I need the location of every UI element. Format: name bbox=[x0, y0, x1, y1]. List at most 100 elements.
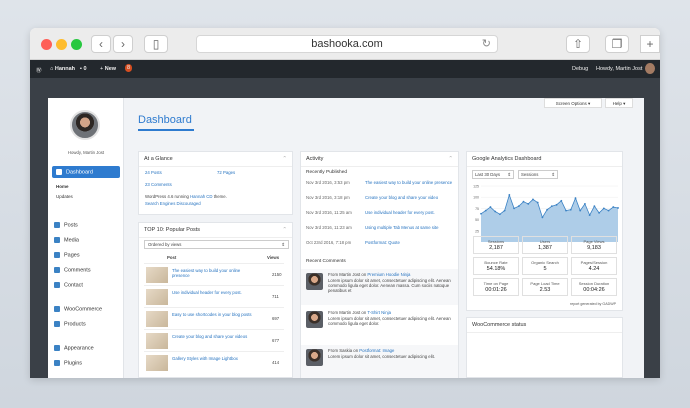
menu-plugins[interactable]: Plugins bbox=[54, 360, 82, 366]
menu-woocommerce-label: WooCommerce bbox=[64, 306, 103, 313]
data-point bbox=[546, 208, 549, 211]
back-icon[interactable]: ‹ bbox=[91, 35, 111, 53]
help-button[interactable]: Help ▾ bbox=[605, 98, 633, 108]
collapse-icon[interactable]: ⌃ bbox=[282, 156, 287, 162]
address-bar[interactable]: bashooka.com ↻ bbox=[196, 35, 498, 53]
table-row[interactable]: Create your blog and share your videos 67… bbox=[144, 329, 284, 351]
data-point bbox=[489, 206, 492, 208]
post-title[interactable]: The easiest way to build your online pre… bbox=[172, 268, 252, 278]
data-point bbox=[588, 214, 591, 217]
menu-posts[interactable]: Posts bbox=[54, 222, 78, 228]
comment-post-link[interactable]: Postformat: Image bbox=[359, 348, 394, 353]
glance-title: At a Glance bbox=[144, 156, 173, 162]
admin-avatar[interactable] bbox=[645, 63, 655, 74]
activity-post-link[interactable]: The easiest way to build your online pre… bbox=[365, 180, 453, 185]
menu-pages[interactable]: Pages bbox=[54, 252, 80, 258]
menu-appearance[interactable]: Appearance bbox=[54, 345, 94, 351]
stat-box: Page Views 9,183 bbox=[571, 236, 617, 254]
share-icon[interactable]: ⇧ bbox=[566, 35, 590, 53]
menu-dashboard[interactable]: Dashboard bbox=[52, 166, 120, 178]
glance-posts[interactable]: 24 Posts bbox=[145, 170, 162, 175]
table-row[interactable]: Easy to use shortcodes in your blog post… bbox=[144, 307, 284, 329]
glance-comments[interactable]: 23 Comments bbox=[145, 182, 172, 187]
activity-post-link[interactable]: Using multiple Tab Menus at same site bbox=[365, 225, 453, 230]
pin-icon bbox=[54, 222, 60, 228]
reload-icon[interactable]: ↻ bbox=[482, 36, 491, 53]
menu-contact[interactable]: Contact bbox=[54, 282, 83, 288]
new-tab-icon[interactable]: + bbox=[640, 35, 660, 53]
activity-date: Nov 3rd 2016, 11:25 am bbox=[306, 210, 352, 215]
activity-date: Nov 3rd 2016, 11:23 am bbox=[306, 225, 352, 230]
minimize-dot[interactable] bbox=[56, 39, 67, 50]
activity-post-link[interactable]: Use individual header for every post. bbox=[365, 210, 453, 215]
collapse-icon[interactable]: ⌃ bbox=[282, 227, 287, 233]
select-arrow-icon: ⇕ bbox=[507, 172, 511, 177]
metric-select[interactable]: Sessions ⇕ bbox=[518, 170, 558, 179]
activity-post-link[interactable]: Create your blog and share your video bbox=[365, 195, 453, 200]
stat-label: Page Views bbox=[583, 239, 605, 244]
new-link[interactable]: + New bbox=[100, 66, 116, 72]
menu-media[interactable]: Media bbox=[54, 237, 79, 243]
woocommerce-status-header: WooCommerce status bbox=[467, 318, 622, 333]
page-title: Dashboard bbox=[138, 114, 192, 126]
table-row[interactable]: Use individual header for every post. 711 bbox=[144, 285, 284, 307]
collapse-icon[interactable]: ⌃ bbox=[448, 156, 453, 162]
tabs-icon[interactable]: ❐ bbox=[605, 35, 629, 53]
debug-link[interactable]: Debug bbox=[572, 66, 588, 72]
menu-updates[interactable]: Updates bbox=[56, 194, 73, 199]
menu-dashboard-label: Dashboard bbox=[66, 169, 93, 176]
howdy-link[interactable]: Howdy, Martin Jost bbox=[596, 66, 642, 72]
close-dot[interactable] bbox=[41, 39, 52, 50]
post-views: 697 bbox=[272, 316, 280, 321]
stat-label: Page Load Time bbox=[530, 281, 560, 286]
search-engines-link[interactable]: Search Engines Discouraged bbox=[145, 201, 201, 206]
comment-post-link[interactable]: T-Shirt Ninja bbox=[367, 310, 391, 315]
forward-icon[interactable]: › bbox=[113, 35, 133, 53]
glance-pages[interactable]: 72 Pages bbox=[217, 170, 235, 175]
screen-options-button[interactable]: Screen Options ▾ bbox=[544, 98, 602, 108]
comment-post-link[interactable]: Premium Hoodie Ninja bbox=[367, 272, 410, 277]
activity-date: Oct 23rd 2016, 7:18 pm bbox=[306, 240, 352, 245]
menu-woocommerce[interactable]: WooCommerce bbox=[54, 306, 102, 312]
browser-toolbar: ‹ › ▯ bashooka.com ↻ ⇧ ❐ + bbox=[30, 28, 660, 60]
post-title[interactable]: Create your blog and share your videos bbox=[172, 334, 252, 339]
dashboard-content: Screen Options ▾ Help ▾ Dashboard At a G… bbox=[124, 98, 644, 378]
data-point bbox=[555, 203, 558, 206]
stat-box: Session Duration 00:04:26 bbox=[571, 278, 617, 296]
stat-value: 2,187 bbox=[489, 245, 503, 251]
stat-value: 1,387 bbox=[538, 245, 552, 251]
menu-products[interactable]: Products bbox=[54, 321, 86, 327]
sidebar-toggle-icon[interactable]: ▯ bbox=[144, 35, 168, 53]
range-select[interactable]: Last 30 Days ⇕ bbox=[472, 170, 514, 179]
stat-value: 00:04:26 bbox=[583, 287, 605, 293]
post-title[interactable]: Use individual header for every post. bbox=[172, 290, 252, 295]
site-name-link[interactable]: ⌂ Hannah bbox=[50, 66, 75, 72]
comments-count[interactable]: ▪ 0 bbox=[80, 66, 87, 72]
order-select[interactable]: Ordered by views ⇕ bbox=[144, 240, 289, 249]
data-point bbox=[550, 205, 553, 208]
post-title[interactable]: Gallery Styles with Image Lightbox bbox=[172, 356, 252, 361]
data-point bbox=[532, 198, 534, 201]
menu-home[interactable]: Home bbox=[56, 184, 69, 189]
stat-value: 9,183 bbox=[587, 245, 601, 251]
stat-label: Organic Search bbox=[531, 260, 559, 265]
table-row[interactable]: Gallery Styles with Image Lightbox 414 bbox=[144, 351, 284, 373]
browser-window: ‹ › ▯ bashooka.com ↻ ⇧ ❐ + Ⓦ ⌂ Hannah ▪ 0… bbox=[30, 28, 660, 378]
zoom-dot[interactable] bbox=[71, 39, 82, 50]
wp-logo-icon[interactable]: Ⓦ bbox=[36, 66, 42, 74]
menu-comments[interactable]: Comments bbox=[54, 267, 91, 273]
backdrop: ‹ › ▯ bashooka.com ↻ ⇧ ❐ + Ⓦ ⌂ Hannah ▪ 0… bbox=[0, 0, 690, 408]
post-thumbnail bbox=[146, 333, 168, 349]
analytics-panel: Google Analytics Dashboard Last 30 Days ⇕… bbox=[466, 151, 623, 311]
table-row[interactable]: The easiest way to build your online pre… bbox=[144, 263, 284, 285]
col-post: Post bbox=[167, 255, 177, 260]
y-tick-label: 25 bbox=[475, 229, 479, 233]
profile-avatar[interactable] bbox=[70, 110, 100, 140]
updates-badge[interactable]: 8 bbox=[125, 64, 133, 72]
activity-post-link[interactable]: Postformat: Quote bbox=[365, 240, 453, 245]
y-tick-label: 125 bbox=[473, 185, 479, 189]
stat-label: Users bbox=[539, 239, 551, 244]
post-title[interactable]: Easy to use shortcodes in your blog post… bbox=[172, 312, 252, 317]
theme-link[interactable]: Hannah CD bbox=[190, 194, 212, 199]
post-views: 711 bbox=[272, 294, 279, 299]
